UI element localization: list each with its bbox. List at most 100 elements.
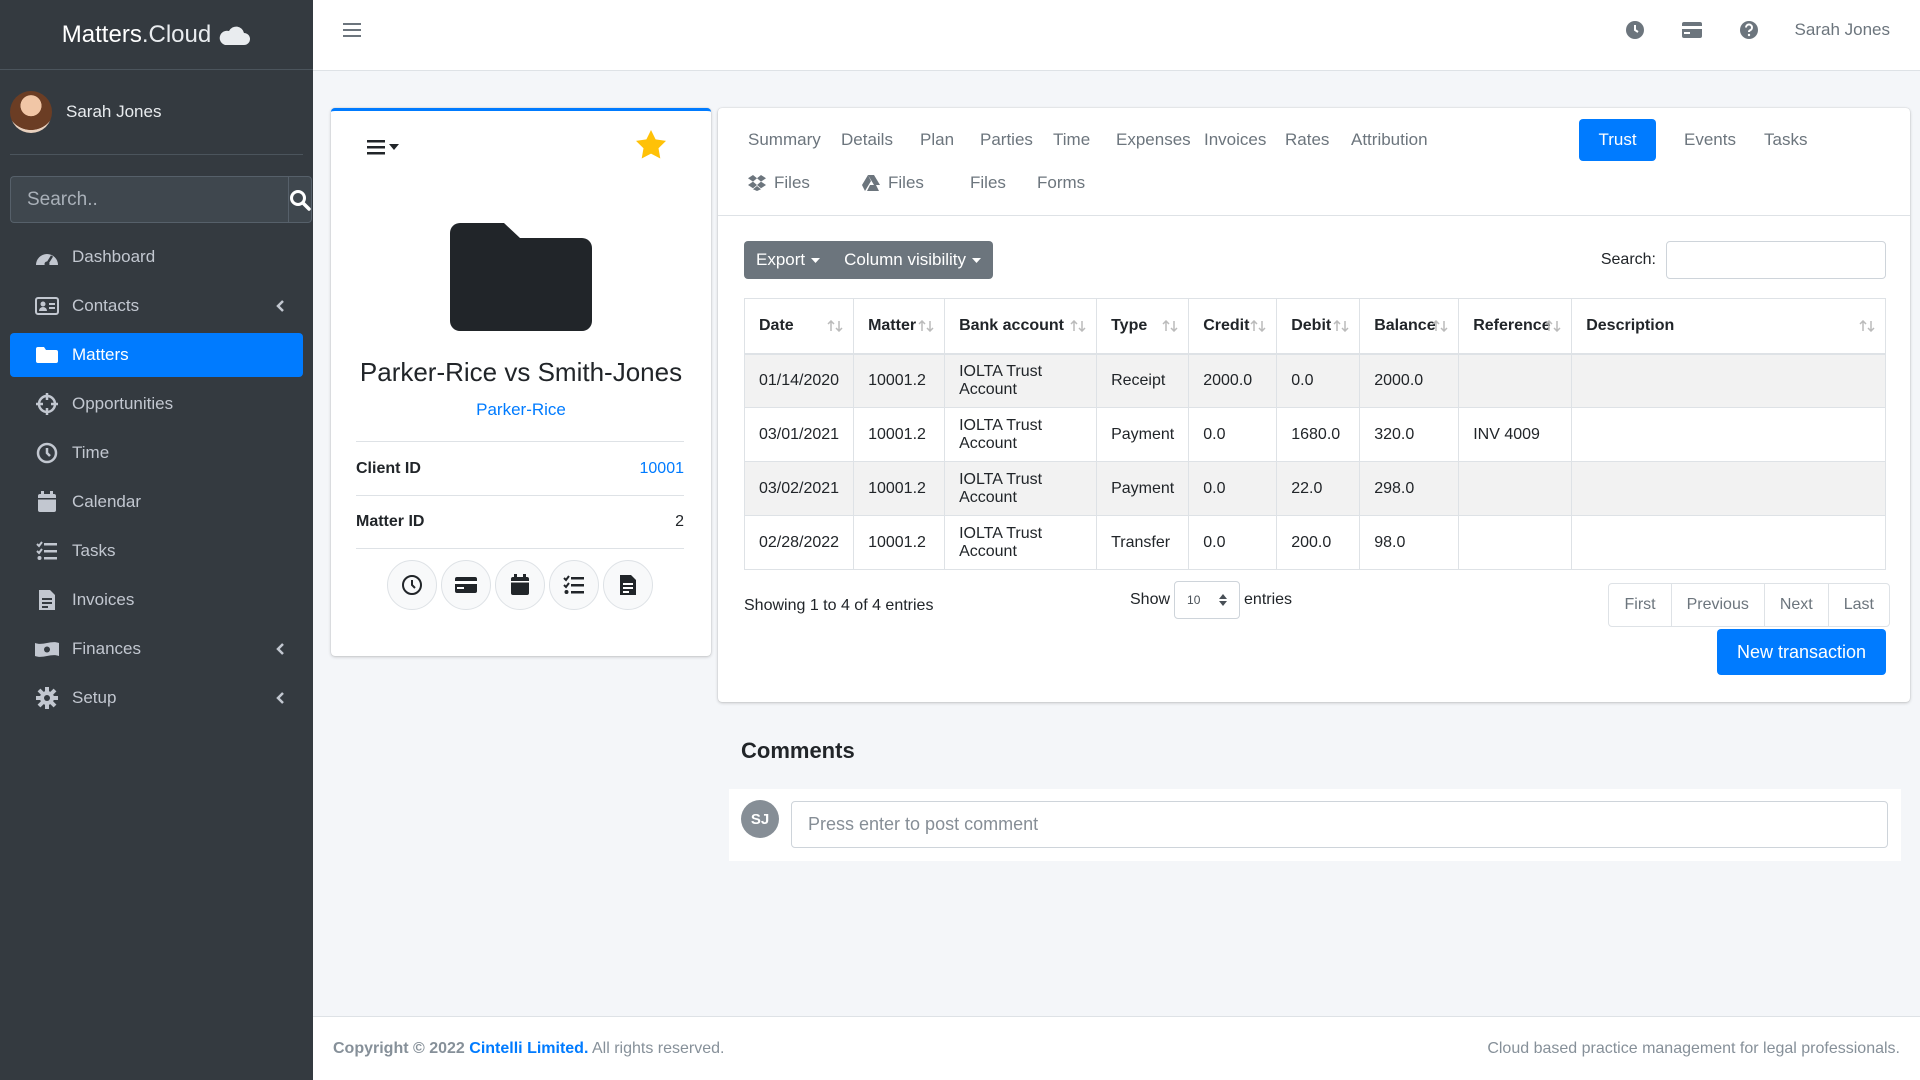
export-button[interactable]: Export — [744, 241, 832, 279]
sort-icon — [1333, 320, 1349, 332]
client-link[interactable]: Parker-Rice — [331, 400, 711, 420]
add-expense-button[interactable] — [441, 560, 491, 610]
add-time-button[interactable] — [387, 560, 437, 610]
company-link[interactable]: Cintelli Limited. — [469, 1040, 588, 1057]
matter-tabs: Summary Details Plan Parties Time Expens… — [718, 108, 1910, 216]
tab-details[interactable]: Details — [825, 119, 909, 161]
sidebar-item-setup[interactable]: Setup — [10, 676, 303, 720]
cell-debit: 22.0 — [1276, 461, 1361, 516]
column-visibility-button[interactable]: Column visibility — [832, 241, 993, 279]
sidebar-item-calendar[interactable]: Calendar — [10, 480, 303, 524]
column-header-credit[interactable]: Credit — [1188, 298, 1278, 355]
column-header-reference[interactable]: Reference — [1458, 298, 1573, 355]
column-header-bank-account[interactable]: Bank account — [944, 298, 1098, 355]
star-favorite-icon[interactable] — [635, 129, 667, 159]
column-header-balance[interactable]: Balance — [1359, 298, 1460, 355]
tab-tasks[interactable]: Tasks — [1748, 119, 1823, 161]
sidebar-item-contacts[interactable]: Contacts — [10, 284, 303, 328]
credit-card-icon[interactable] — [1681, 21, 1703, 39]
table-row[interactable]: 03/02/2021 10001.2 IOLTA Trust Account P… — [743, 461, 1886, 516]
sort-icon — [918, 320, 934, 332]
table-row[interactable]: 02/28/2022 10001.2 IOLTA Trust Account T… — [743, 515, 1886, 570]
tab-time[interactable]: Time — [1037, 119, 1106, 161]
question-circle-icon[interactable] — [1739, 20, 1759, 40]
brand-name-part1: Matters — [61, 20, 142, 48]
sidebar-item-opportunities[interactable]: Opportunities — [10, 382, 303, 426]
folder-icon — [34, 344, 60, 366]
sidebar-search-input[interactable] — [10, 176, 288, 223]
tab-label: Files — [774, 173, 810, 192]
sidebar-search-button[interactable] — [288, 176, 312, 223]
sidebar-item-label: Invoices — [72, 590, 135, 609]
pagination-previous[interactable]: Previous — [1670, 584, 1764, 626]
sidebar-item-label: Contacts — [72, 296, 140, 315]
quick-action-buttons — [387, 560, 653, 610]
sidebar-item-label: Setup — [72, 688, 117, 707]
matter-menu-dropdown[interactable] — [367, 139, 399, 155]
page-length-select[interactable]: 10 — [1174, 581, 1241, 619]
dropbox-icon — [748, 175, 766, 191]
client-id-link[interactable]: 10001 — [640, 460, 685, 478]
tab-trust[interactable]: Trust — [1579, 119, 1656, 161]
cell-date: 03/01/2021 — [743, 407, 855, 462]
tab-attribution[interactable]: Attribution — [1335, 119, 1444, 161]
cell-bank-account: IOLTA Trust Account — [944, 407, 1098, 462]
tab-dropbox-files[interactable]: Files — [732, 162, 826, 204]
tab-plan[interactable]: Plan — [904, 119, 970, 161]
hamburger-menu-icon[interactable] — [343, 22, 361, 38]
sidebar-item-dashboard[interactable]: Dashboard — [10, 235, 303, 279]
sidebar-item-time[interactable]: Time — [10, 431, 303, 475]
sidebar-item-invoices[interactable]: Invoices — [10, 578, 303, 622]
sidebar-user-name[interactable]: Sarah Jones — [66, 102, 161, 122]
sort-icon — [1070, 320, 1086, 332]
comment-input[interactable] — [791, 801, 1888, 848]
cell-description — [1571, 407, 1886, 462]
caret-down-icon — [389, 144, 399, 150]
show-label: Show — [1130, 591, 1171, 608]
tab-summary[interactable]: Summary — [732, 119, 837, 161]
footer-copyright: Copyright © 2022 Cintelli Limited. All r… — [333, 1040, 724, 1058]
pagination-last[interactable]: Last — [1827, 584, 1889, 626]
sidebar-item-finances[interactable]: Finances — [10, 627, 303, 671]
sidebar-search — [10, 176, 312, 223]
tab-google-drive-files[interactable]: Files — [846, 162, 940, 204]
rights-text: All rights reserved. — [591, 1039, 725, 1057]
add-event-button[interactable] — [495, 560, 545, 610]
sort-icon — [1545, 320, 1561, 332]
user-panel[interactable]: Sarah Jones — [10, 70, 303, 155]
tab-rates[interactable]: Rates — [1269, 119, 1345, 161]
column-header-debit[interactable]: Debit — [1276, 298, 1361, 355]
table-row[interactable]: 01/14/2020 10001.2 IOLTA Trust Account R… — [743, 353, 1886, 408]
clock-icon[interactable] — [1625, 20, 1645, 40]
pagination-next[interactable]: Next — [1763, 584, 1828, 626]
matter-id-value: 2 — [675, 513, 684, 530]
column-header-matter[interactable]: Matter — [853, 298, 946, 355]
top-navbar: Sarah Jones — [313, 0, 1920, 71]
column-header-date[interactable]: Date — [743, 298, 855, 355]
column-header-description[interactable]: Description — [1571, 298, 1886, 355]
sidebar-item-matters[interactable]: Matters — [10, 333, 303, 377]
cell-reference — [1458, 353, 1573, 408]
page-length-control: Show 10 entries — [1130, 581, 1292, 619]
column-header-type[interactable]: Type — [1096, 298, 1190, 355]
table-search-input[interactable] — [1666, 241, 1886, 279]
tab-events[interactable]: Events — [1668, 119, 1752, 161]
matter-profile-card: Parker-Rice vs Smith-Jones Parker-Rice C… — [331, 108, 711, 656]
tab-forms[interactable]: Forms — [1021, 162, 1101, 204]
add-task-button[interactable] — [549, 560, 599, 610]
commenter-avatar: SJ — [741, 800, 779, 838]
cell-balance: 98.0 — [1359, 515, 1460, 570]
cell-description — [1571, 353, 1886, 408]
table-button-group: Export Column visibility — [744, 241, 994, 279]
table-row[interactable]: 03/01/2021 10001.2 IOLTA Trust Account P… — [743, 407, 1886, 462]
table-search-label: Search: — [1600, 251, 1656, 268]
brand-logo[interactable]: Matters.Cloud — [0, 0, 313, 70]
add-invoice-button[interactable] — [603, 560, 653, 610]
pagination-first[interactable]: First — [1609, 584, 1670, 626]
tab-files[interactable]: Files — [954, 162, 1022, 204]
new-transaction-button[interactable]: New transaction — [1717, 629, 1886, 675]
sidebar-item-tasks[interactable]: Tasks — [10, 529, 303, 573]
sidebar-item-label: Matters — [72, 345, 129, 364]
header-user-name[interactable]: Sarah Jones — [1795, 20, 1890, 40]
cell-reference: INV 4009 — [1458, 407, 1573, 462]
